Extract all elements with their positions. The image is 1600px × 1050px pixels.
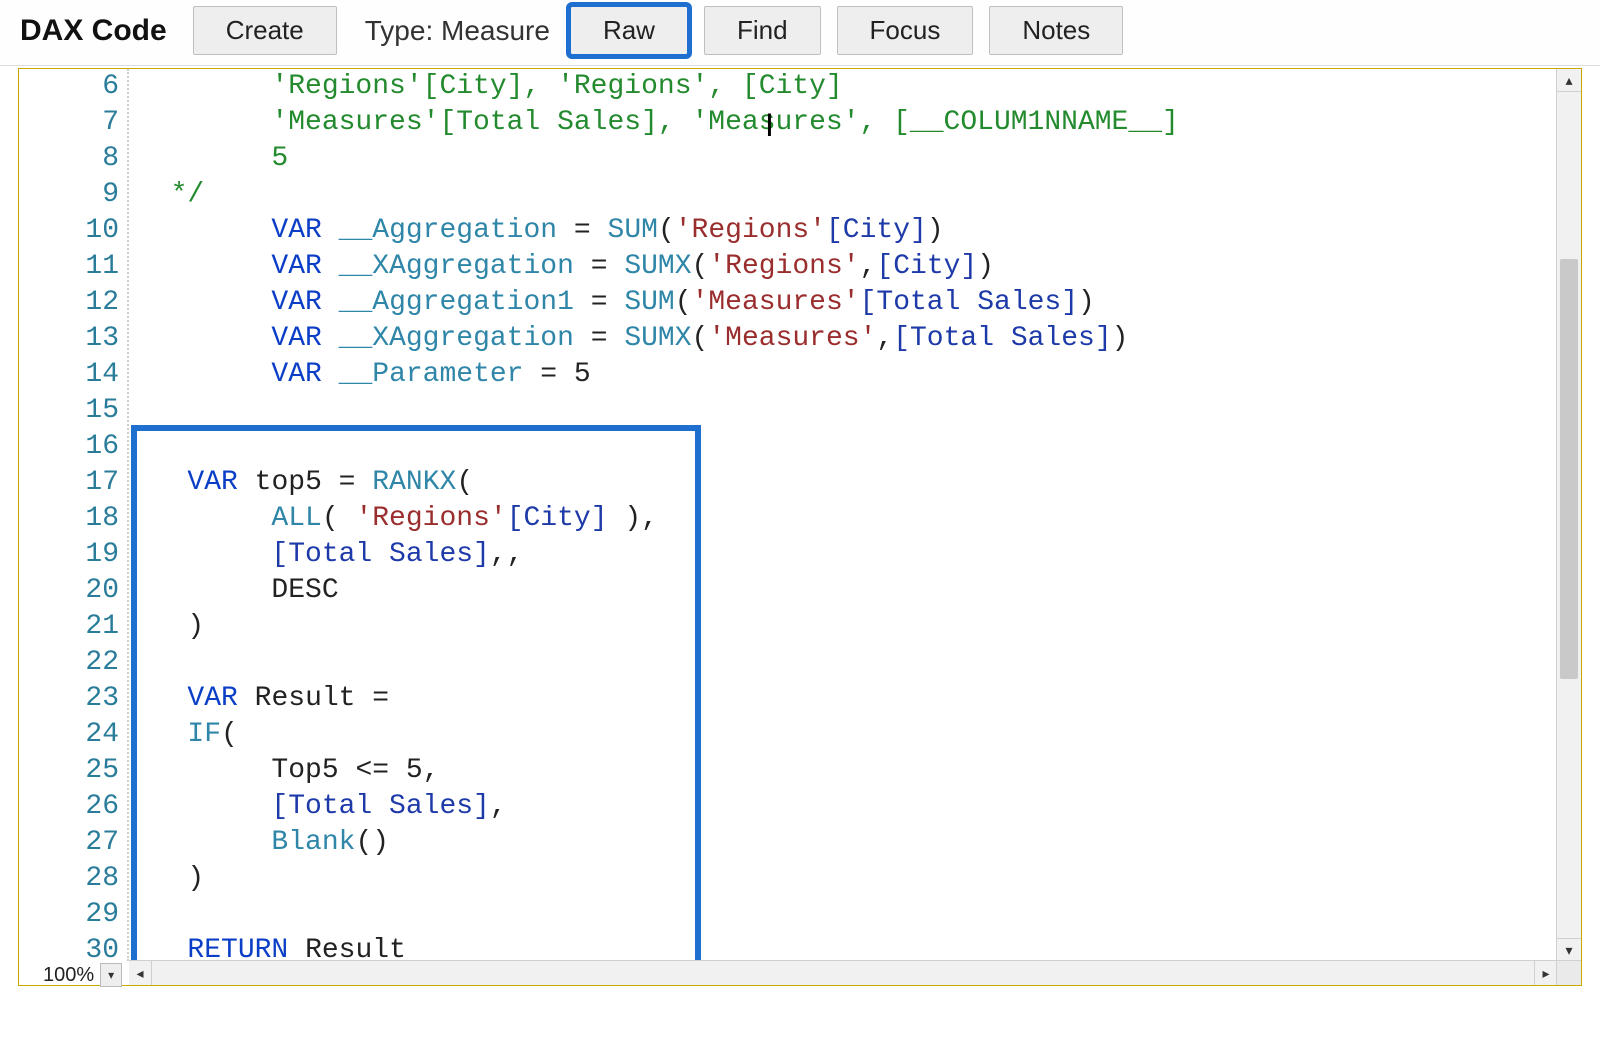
line-number: 22: [19, 645, 119, 681]
code-line[interactable]: ): [137, 609, 1557, 645]
create-button[interactable]: Create: [193, 6, 337, 55]
toolbar: DAX Code Create Type: Measure Raw Find F…: [0, 0, 1600, 66]
line-number: 16: [19, 429, 119, 465]
type-label: Type: Measure: [365, 15, 550, 47]
editor-viewport: 6789101112131415161718192021222324252627…: [19, 69, 1557, 961]
code-line[interactable]: 5: [137, 141, 1557, 177]
line-number: 25: [19, 753, 119, 789]
line-number: 24: [19, 717, 119, 753]
focus-button[interactable]: Focus: [837, 6, 974, 55]
vertical-scroll-thumb[interactable]: [1560, 259, 1578, 679]
line-number-gutter: 6789101112131415161718192021222324252627…: [19, 69, 129, 961]
line-number: 10: [19, 213, 119, 249]
line-number: 14: [19, 357, 119, 393]
code-line[interactable]: VAR __XAggregation = SUMX('Measures',[To…: [137, 321, 1557, 357]
code-line[interactable]: RETURN Result: [137, 933, 1557, 961]
zoom-control[interactable]: 100% ▾: [37, 963, 1563, 987]
zoom-value: 100%: [37, 964, 100, 987]
code-line[interactable]: VAR top5 = RANKX(: [137, 465, 1557, 501]
code-line[interactable]: 'Regions'[City], 'Regions', [City]: [137, 69, 1557, 105]
zoom-dropdown-icon[interactable]: ▾: [100, 963, 122, 987]
code-line[interactable]: VAR Result =: [137, 681, 1557, 717]
code-line[interactable]: [137, 393, 1557, 429]
line-number: 23: [19, 681, 119, 717]
code-line[interactable]: [Total Sales],: [137, 789, 1557, 825]
line-number: 15: [19, 393, 119, 429]
notes-button[interactable]: Notes: [989, 6, 1123, 55]
scroll-up-icon[interactable]: ▴: [1557, 69, 1581, 92]
scroll-down-icon[interactable]: ▾: [1557, 938, 1581, 961]
code-line[interactable]: [137, 897, 1557, 933]
line-number: 7: [19, 105, 119, 141]
code-content[interactable]: 'Regions'[City], 'Regions', [City] 'Meas…: [137, 69, 1557, 961]
line-number: 27: [19, 825, 119, 861]
code-line[interactable]: DESC: [137, 573, 1557, 609]
line-number: 30: [19, 933, 119, 961]
app-root: DAX Code Create Type: Measure Raw Find F…: [0, 0, 1600, 1050]
code-line[interactable]: Top5 <= 5,: [137, 753, 1557, 789]
code-line[interactable]: VAR __Aggregation = SUM('Regions'[City]): [137, 213, 1557, 249]
code-line[interactable]: Blank(): [137, 825, 1557, 861]
line-number: 11: [19, 249, 119, 285]
find-button[interactable]: Find: [704, 6, 821, 55]
code-line[interactable]: IF(: [137, 717, 1557, 753]
line-number: 17: [19, 465, 119, 501]
line-number: 13: [19, 321, 119, 357]
code-editor[interactable]: 6789101112131415161718192021222324252627…: [18, 68, 1582, 986]
line-number: 8: [19, 141, 119, 177]
code-line[interactable]: VAR __XAggregation = SUMX('Regions',[Cit…: [137, 249, 1557, 285]
line-number: 12: [19, 285, 119, 321]
code-line[interactable]: ): [137, 861, 1557, 897]
app-title: DAX Code: [20, 14, 167, 48]
code-line[interactable]: ALL( 'Regions'[City] ),: [137, 501, 1557, 537]
code-line[interactable]: */: [137, 177, 1557, 213]
line-number: 28: [19, 861, 119, 897]
code-line[interactable]: VAR __Aggregation1 = SUM('Measures'[Tota…: [137, 285, 1557, 321]
line-number: 21: [19, 609, 119, 645]
line-number: 6: [19, 69, 119, 105]
line-number: 20: [19, 573, 119, 609]
line-number: 26: [19, 789, 119, 825]
code-line[interactable]: [Total Sales],,: [137, 537, 1557, 573]
code-line[interactable]: 'Measures'[Total Sales], 'Measures', [__…: [137, 105, 1557, 141]
code-line[interactable]: [137, 645, 1557, 681]
line-number: 29: [19, 897, 119, 933]
raw-button[interactable]: Raw: [570, 6, 688, 55]
vertical-scrollbar[interactable]: ▴ ▾: [1556, 69, 1581, 961]
line-number: 9: [19, 177, 119, 213]
code-line[interactable]: [137, 429, 1557, 465]
line-number: 18: [19, 501, 119, 537]
line-number: 19: [19, 537, 119, 573]
code-line[interactable]: VAR __Parameter = 5: [137, 357, 1557, 393]
